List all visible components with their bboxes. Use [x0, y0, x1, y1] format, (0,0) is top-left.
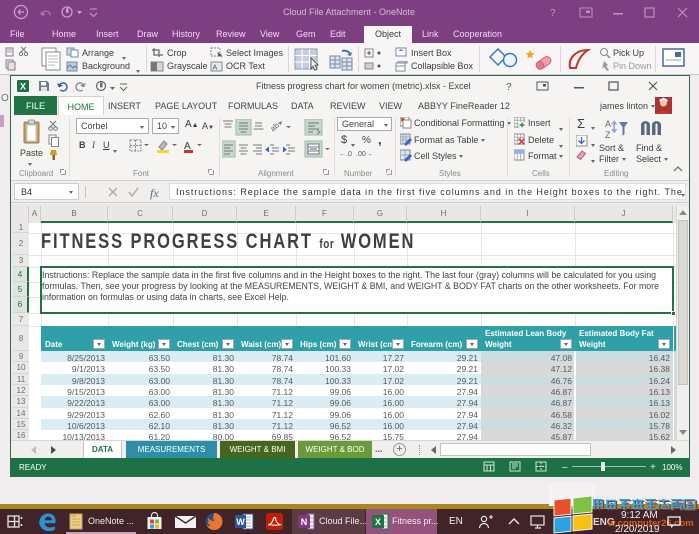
svg-text:fx: fx: [150, 186, 159, 200]
svg-text:X: X: [375, 517, 381, 527]
svg-text:?: ?: [550, 8, 556, 19]
svg-text:N: N: [301, 517, 308, 527]
svg-text:A: A: [213, 65, 218, 72]
svg-text:?: ?: [506, 82, 512, 93]
svg-text:X: X: [20, 82, 26, 92]
svg-text:Z: Z: [605, 130, 611, 140]
svg-text:W: W: [236, 517, 245, 527]
svg-text:A: A: [605, 119, 611, 129]
